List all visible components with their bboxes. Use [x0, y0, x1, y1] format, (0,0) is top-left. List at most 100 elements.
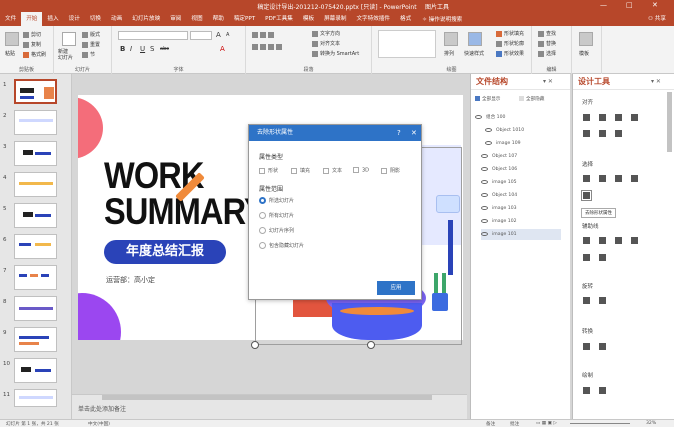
help-icon[interactable]: ?: [397, 125, 401, 141]
tab-pdf[interactable]: PDF工具集: [260, 12, 298, 26]
tree-item[interactable]: image 109: [485, 138, 521, 149]
font-family-select[interactable]: [118, 31, 188, 40]
notes-button[interactable]: 备注: [486, 421, 495, 427]
slide-thumbnail[interactable]: [14, 141, 57, 166]
italic-button[interactable]: I: [130, 45, 132, 53]
tree-item[interactable]: Object 1010: [485, 125, 524, 136]
slide-thumbnail[interactable]: [14, 296, 57, 321]
eye-icon[interactable]: [481, 192, 488, 197]
close-icon[interactable]: ✕: [411, 125, 417, 141]
tree-item[interactable]: image 103: [481, 203, 517, 214]
slide-thumbnail[interactable]: [14, 265, 57, 290]
font-size-select[interactable]: [190, 31, 212, 40]
align-left-icon[interactable]: [583, 114, 590, 121]
new-slide-icon[interactable]: [62, 32, 76, 46]
attr-checkbox-3d[interactable]: 3D: [353, 167, 369, 174]
guide-icon[interactable]: [599, 254, 606, 261]
apply-button[interactable]: 应用: [377, 281, 415, 295]
align-buttons[interactable]: [252, 44, 284, 51]
zoom-level[interactable]: 32%: [646, 421, 656, 426]
resize-handle[interactable]: [367, 341, 375, 349]
layout-button[interactable]: 版式: [82, 31, 100, 38]
range-all-slides[interactable]: 所有幻灯片: [259, 212, 294, 219]
eyedropper-icon[interactable]: [631, 175, 638, 182]
shrink-font-button[interactable]: A: [226, 32, 229, 38]
underline-button[interactable]: U: [140, 45, 145, 53]
comments-button[interactable]: 批注: [510, 421, 519, 427]
tree-item[interactable]: Object 104: [481, 190, 517, 201]
tree-item[interactable]: Object 106: [481, 164, 517, 175]
slide-thumbnail[interactable]: [14, 172, 57, 197]
flip-horizontal-icon[interactable]: [583, 297, 590, 304]
tab-gaoding[interactable]: 稿定PPT: [229, 12, 260, 26]
tab-help[interactable]: 帮助: [208, 12, 229, 26]
eye-icon[interactable]: [481, 166, 488, 171]
guide-icon[interactable]: [631, 237, 638, 244]
new-slide-label[interactable]: 新建 幻灯片: [58, 49, 73, 61]
tab-format[interactable]: 格式: [395, 12, 416, 26]
align-middle-icon[interactable]: [583, 130, 590, 137]
draw-icon[interactable]: [599, 387, 606, 394]
hide-all-checkbox[interactable]: 全部隐藏: [519, 94, 544, 105]
range-include-hidden[interactable]: 包含隐藏幻灯片: [259, 242, 304, 249]
draw-icon[interactable]: [583, 387, 590, 394]
guide-icon[interactable]: [583, 237, 590, 244]
remove-attr-icon[interactable]: [581, 190, 592, 201]
slide-thumbnail[interactable]: [14, 327, 57, 352]
attr-checkbox-shape[interactable]: 形状: [259, 167, 278, 174]
format-painter-button[interactable]: 格式刷: [23, 51, 46, 58]
bold-button[interactable]: B: [120, 45, 125, 53]
quick-styles-label[interactable]: 快速样式: [464, 50, 484, 57]
cut-button[interactable]: 剪切: [23, 31, 41, 38]
bullets-button[interactable]: [252, 32, 276, 39]
tree-item[interactable]: Object 107: [481, 151, 517, 162]
distribute-icon[interactable]: [615, 130, 622, 137]
select-button[interactable]: 选择: [538, 50, 556, 57]
attr-checkbox-fill[interactable]: 填充: [291, 167, 310, 174]
reset-button[interactable]: 重置: [82, 41, 100, 48]
resize-handle[interactable]: [251, 341, 259, 349]
shape-fill-button[interactable]: 形状填充: [496, 30, 524, 37]
guide-icon[interactable]: [599, 237, 606, 244]
shadow-button[interactable]: S: [150, 45, 154, 53]
language-indicator[interactable]: 中文(中国): [88, 421, 110, 427]
tree-item-selected[interactable]: image 101: [481, 229, 561, 240]
share-button[interactable]: ⚇ 共享: [648, 12, 666, 26]
convert-icon[interactable]: [599, 343, 606, 350]
slide-thumbnail[interactable]: [14, 110, 57, 135]
eye-icon[interactable]: [481, 153, 488, 158]
guide-icon[interactable]: [583, 254, 590, 261]
zoom-slider[interactable]: [570, 423, 630, 424]
eye-icon[interactable]: [485, 127, 492, 132]
tab-view[interactable]: 视图: [186, 12, 207, 26]
shape-effects-button[interactable]: 形状效果: [496, 50, 524, 57]
copy-button[interactable]: 复制: [23, 41, 41, 48]
select-same-icon[interactable]: [583, 175, 590, 182]
horizontal-scrollbar[interactable]: [102, 395, 432, 400]
arrange-label[interactable]: 排列: [444, 50, 454, 57]
tab-review[interactable]: 审阅: [165, 12, 186, 26]
align-top-icon[interactable]: [631, 114, 638, 121]
slide-thumbnail[interactable]: [14, 358, 57, 383]
find-button[interactable]: 查找: [538, 30, 556, 37]
convert-icon[interactable]: [583, 343, 590, 350]
tree-item[interactable]: image 105: [481, 177, 517, 188]
align-center-icon[interactable]: [599, 114, 606, 121]
eye-icon[interactable]: [481, 179, 488, 184]
quick-styles-icon[interactable]: [468, 32, 482, 46]
pink-circle[interactable]: [78, 97, 103, 159]
eye-icon[interactable]: [481, 205, 488, 210]
maximize-button[interactable]: □: [626, 1, 633, 9]
tab-text-effects[interactable]: 文字特效插件: [351, 12, 395, 26]
tab-file[interactable]: 文件: [0, 12, 21, 26]
purple-circle[interactable]: [78, 293, 121, 340]
subtitle-pill[interactable]: 年度总结汇报: [104, 240, 226, 264]
tab-record[interactable]: 屏幕录制: [319, 12, 351, 26]
tab-transitions[interactable]: 切换: [85, 12, 106, 26]
slide-thumbnail[interactable]: [14, 79, 57, 104]
range-slide-sequence[interactable]: 幻灯片序列: [259, 227, 294, 234]
flip-vertical-icon[interactable]: [599, 297, 606, 304]
eye-icon[interactable]: [485, 140, 492, 145]
pane-scrollbar[interactable]: [667, 92, 672, 152]
paste-icon[interactable]: [5, 32, 19, 46]
